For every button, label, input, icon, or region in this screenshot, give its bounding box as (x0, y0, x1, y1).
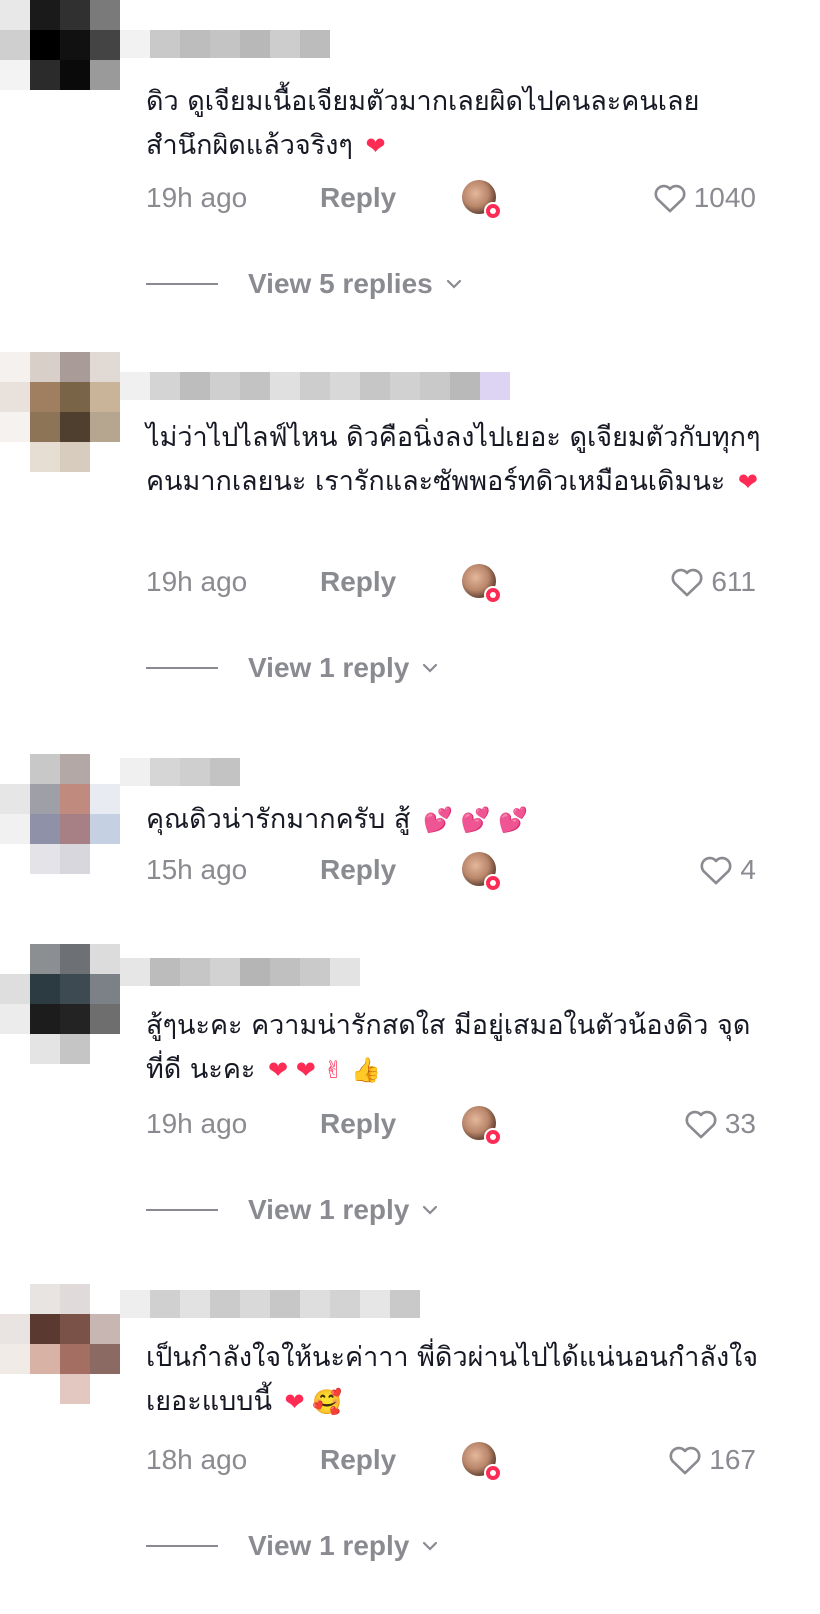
comment-time: 15h ago (146, 854, 248, 885)
comment-item: เป็นกำลังใจให้นะค่าาา พี่ดิวผ่านไปได้แน่… (0, 1284, 820, 1614)
username-blurred[interactable] (120, 758, 240, 786)
username-blurred[interactable] (120, 30, 330, 58)
comment-body: เป็นกำลังใจให้นะค่าาา พี่ดิวผ่านไปได้แน่… (146, 1342, 759, 1417)
comment-item: สู้ๆนะคะ ความน่ารักสดใส มีอยู่เสมอในตัวน… (0, 944, 820, 1234)
creator-liked-avatar (462, 1442, 502, 1482)
comment-item: ดิว ดูเจียมเนื้อเจียมตัวมากเลยผิดไปคนละค… (0, 0, 820, 310)
creator-liked-avatar (462, 564, 502, 604)
heart-outline-icon (685, 1110, 717, 1139)
comment-body: คุณดิวน่ารักมากครับ สู้ (146, 804, 411, 835)
like-count: 611 (711, 566, 756, 597)
comment-item: คุณดิวน่ารักมากครับ สู้ 💕 💕 💕 15h ago Re… (0, 754, 820, 924)
like-button[interactable]: 33 (683, 1104, 756, 1144)
heart-emoji-icon: ❤ (365, 132, 386, 160)
like-button[interactable]: 4 (698, 850, 756, 890)
comment-time: 19h ago (146, 1108, 248, 1139)
like-count: 4 (740, 854, 756, 885)
view-replies-label: View 1 reply (248, 1194, 410, 1225)
view-replies-label: View 1 reply (248, 1530, 410, 1561)
like-count: 33 (724, 1108, 756, 1139)
chevron-down-icon (446, 279, 461, 289)
avatar[interactable] (0, 1284, 120, 1404)
comment-meta: 15h ago Reply 4 (146, 850, 756, 892)
chevron-down-icon (423, 1541, 438, 1551)
like-button[interactable]: 611 (669, 562, 756, 602)
comment-text: สู้ๆนะคะ ความน่ารักสดใส มีอยู่เสมอในตัวน… (146, 1004, 766, 1092)
comment-meta: 18h ago Reply 167 (146, 1440, 756, 1482)
divider-line (146, 1209, 218, 1211)
view-replies-label: View 5 replies (248, 268, 433, 299)
like-count: 1040 (693, 182, 756, 213)
view-replies-button[interactable]: View 1 reply (146, 1190, 439, 1230)
comment-text: ดิว ดูเจียมเนื้อเจียมตัวมากเลยผิดไปคนละค… (146, 80, 766, 168)
heart-outline-icon (700, 856, 732, 885)
comment-body: ดิว ดูเจียมเนื้อเจียมตัวมากเลยผิดไปคนละค… (146, 86, 700, 161)
comment-text: ไม่ว่าไปไลฟ์ไหน ดิวคือนิ่งลงไปเยอะ ดูเจี… (146, 416, 766, 504)
divider-line (146, 1545, 218, 1547)
username-blurred[interactable] (120, 372, 510, 400)
heart-outline-icon (669, 1446, 701, 1475)
two-hearts-emoji-icon: 💕 💕 💕 (422, 806, 528, 834)
avatar[interactable] (0, 944, 120, 1064)
comment-meta: 19h ago Reply 611 (146, 562, 756, 604)
avatar[interactable] (0, 352, 120, 472)
comment-time: 18h ago (146, 1444, 248, 1475)
view-replies-button[interactable]: View 5 replies (146, 264, 463, 304)
comment-text: คุณดิวน่ารักมากครับ สู้ 💕 💕 💕 (146, 798, 766, 842)
creator-liked-avatar (462, 1106, 502, 1146)
username-blurred[interactable] (120, 1290, 420, 1318)
creator-liked-avatar (462, 852, 502, 892)
chevron-down-icon (423, 663, 438, 673)
view-replies-button[interactable]: View 1 reply (146, 1526, 439, 1566)
like-button[interactable]: 167 (667, 1440, 756, 1480)
comment-body: สู้ๆนะคะ ความน่ารักสดใส มีอยู่เสมอในตัวน… (146, 1010, 751, 1085)
chevron-down-icon (423, 1205, 438, 1215)
reply-button[interactable]: Reply (320, 1104, 396, 1144)
divider-line (146, 283, 218, 285)
like-count: 167 (709, 1444, 756, 1475)
avatar[interactable] (0, 0, 120, 120)
creator-liked-avatar (462, 180, 502, 220)
reply-button[interactable]: Reply (320, 850, 396, 890)
like-button[interactable]: 1040 (652, 178, 756, 218)
heart-outline-icon (654, 184, 686, 213)
hearts-victory-thumbsup-emoji-icon: ❤ ❤ ✌ 👍 (268, 1056, 382, 1084)
divider-line (146, 667, 218, 669)
comment-item: ไม่ว่าไปไลฟ์ไหน ดิวคือนิ่งลงไปเยอะ ดูเจี… (0, 352, 820, 692)
comment-body: ไม่ว่าไปไลฟ์ไหน ดิวคือนิ่งลงไปเยอะ ดูเจี… (146, 422, 761, 497)
heart-and-smile-emoji-icon: ❤ 🥰 (284, 1388, 343, 1416)
avatar[interactable] (0, 754, 120, 874)
username-blurred[interactable] (120, 958, 360, 986)
heart-emoji-icon: ❤ (737, 468, 759, 496)
comment-meta: 19h ago Reply 33 (146, 1104, 756, 1146)
reply-button[interactable]: Reply (320, 178, 396, 218)
comment-time: 19h ago (146, 182, 248, 213)
view-replies-label: View 1 reply (248, 652, 410, 683)
reply-button[interactable]: Reply (320, 562, 396, 602)
heart-outline-icon (671, 568, 703, 597)
comment-meta: 19h ago Reply 1040 (146, 178, 756, 220)
comment-text: เป็นกำลังใจให้นะค่าาา พี่ดิวผ่านไปได้แน่… (146, 1336, 766, 1424)
comment-time: 19h ago (146, 566, 248, 597)
view-replies-button[interactable]: View 1 reply (146, 648, 439, 688)
reply-button[interactable]: Reply (320, 1440, 396, 1480)
